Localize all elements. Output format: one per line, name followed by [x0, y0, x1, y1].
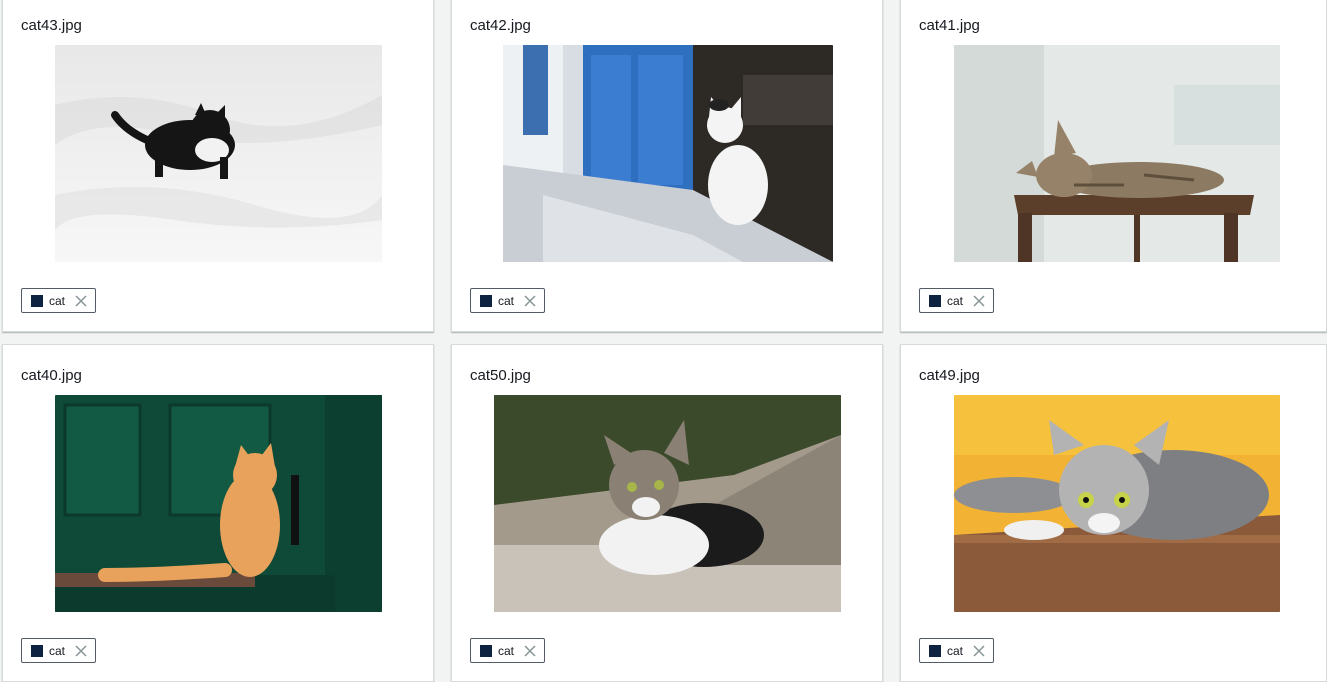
image-filename: cat40.jpg: [21, 367, 82, 384]
cat-image[interactable]: [954, 45, 1280, 262]
label-text: cat: [49, 293, 66, 308]
label-text: cat: [49, 643, 66, 658]
label-chip: cat: [470, 288, 546, 313]
cat-image[interactable]: [954, 395, 1280, 612]
cat-image[interactable]: [503, 45, 833, 262]
close-icon[interactable]: [973, 294, 985, 307]
image-card[interactable]: cat40.jpg cat: [2, 344, 434, 682]
close-icon[interactable]: [524, 644, 536, 657]
label-color-swatch: [31, 294, 43, 307]
cat-image[interactable]: [55, 45, 382, 262]
close-icon[interactable]: [973, 644, 985, 657]
label-chip: cat: [470, 638, 546, 663]
label-color-swatch: [31, 644, 43, 657]
label-color-swatch: [929, 294, 941, 307]
image-filename: cat49.jpg: [919, 367, 980, 384]
close-icon[interactable]: [75, 644, 87, 657]
image-card[interactable]: cat50.jpg cat: [451, 344, 883, 682]
close-icon[interactable]: [524, 294, 536, 307]
label-chip: cat: [21, 638, 97, 663]
label-text: cat: [498, 643, 515, 658]
label-color-swatch: [480, 644, 492, 657]
image-card[interactable]: cat43.jpg cat: [2, 0, 434, 332]
image-card[interactable]: cat41.jpg cat: [900, 0, 1327, 332]
label-chip: cat: [21, 288, 97, 313]
label-text: cat: [947, 643, 964, 658]
image-filename: cat43.jpg: [21, 17, 82, 34]
cat-image[interactable]: [55, 395, 382, 612]
label-color-swatch: [480, 294, 492, 307]
label-chip: cat: [919, 638, 995, 663]
label-text: cat: [498, 293, 515, 308]
close-icon[interactable]: [75, 294, 87, 307]
image-card[interactable]: cat49.jpg cat: [900, 344, 1327, 682]
image-filename: cat42.jpg: [470, 17, 531, 34]
label-text: cat: [947, 293, 964, 308]
label-chip: cat: [919, 288, 995, 313]
image-card[interactable]: cat42.jpg cat: [451, 0, 883, 332]
cat-image[interactable]: [494, 395, 841, 612]
image-filename: cat41.jpg: [919, 17, 980, 34]
label-color-swatch: [929, 644, 941, 657]
image-filename: cat50.jpg: [470, 367, 531, 384]
